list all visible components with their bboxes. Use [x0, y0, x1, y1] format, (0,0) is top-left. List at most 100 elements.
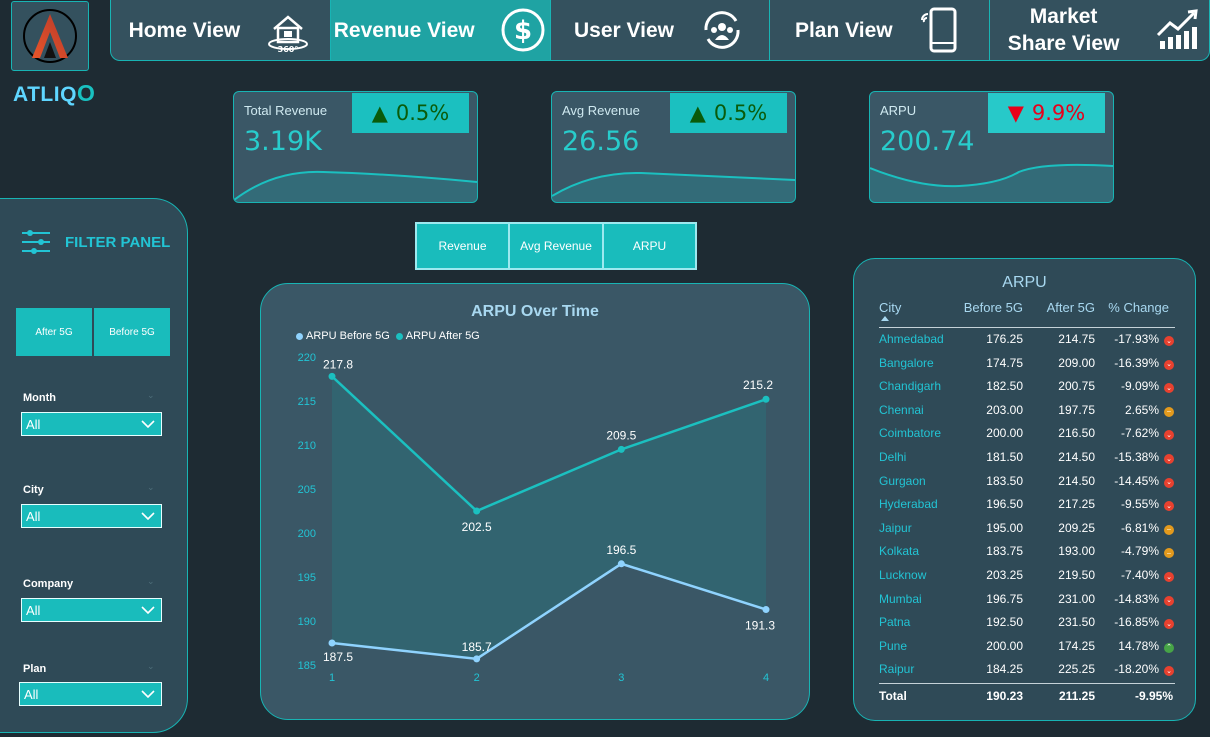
city-cell: Kolkata [879, 544, 920, 559]
table-row[interactable]: Delhi 181.50 214.50 -15.38% ⌄ [879, 450, 1175, 470]
table-row[interactable]: Jaipur 195.00 209.25 -6.81% – [879, 521, 1175, 541]
before-5g-cell: 182.50 [986, 379, 1023, 394]
city-cell: Lucknow [879, 568, 927, 582]
data-point [617, 445, 625, 453]
smartphone-icon [917, 6, 965, 54]
after-5g-cell: 174.25 [1058, 638, 1095, 653]
after-5g-cell: 231.00 [1058, 591, 1095, 606]
city-dropdown[interactable]: All [21, 504, 162, 528]
dollar-icon: $ [499, 6, 547, 54]
sparkline [552, 171, 795, 202]
table-row[interactable]: Patna 192.50 231.50 -16.85% ⌄ [879, 615, 1175, 635]
data-label: 209.5 [606, 428, 636, 442]
table-row[interactable]: Hyderabad 196.50 217.25 -9.55% ⌄ [879, 497, 1175, 517]
sparkline [870, 163, 1113, 202]
table-row[interactable]: Kolkata 183.75 193.00 -4.79% – [879, 544, 1175, 564]
status-down-icon: ⌄ [1163, 453, 1175, 465]
before-5g-cell: 183.75 [986, 544, 1023, 559]
table-row[interactable]: Raipur 184.25 225.25 -18.20% ⌄ [879, 662, 1175, 682]
before-5g-button[interactable]: Before 5G [94, 308, 170, 356]
plan-dropdown[interactable]: All [19, 682, 162, 706]
city-cell: Chandigarh [879, 379, 942, 394]
city-cell: Bangalore [879, 355, 934, 370]
table-row[interactable]: Bangalore 174.75 209.00 -16.39% ⌄ [879, 356, 1175, 376]
kpi-title: Avg Revenue [562, 103, 640, 118]
after-5g-cell: 214.75 [1058, 332, 1095, 346]
change-cell: -9.09% [1120, 379, 1159, 394]
before-5g-cell: 203.00 [986, 402, 1023, 417]
arpu-metric-button[interactable]: ARPU [603, 223, 696, 269]
company-dropdown[interactable]: All [21, 598, 162, 622]
kpi-change-badge: ▲ 0.5% [352, 93, 469, 133]
change-cell: -9.55% [1120, 497, 1159, 512]
before-5g-cell: 184.25 [986, 662, 1023, 677]
tab-label: Market Share View [1007, 5, 1120, 55]
column-header-change[interactable]: % Change [1108, 300, 1169, 315]
sparkline [234, 170, 477, 202]
after-5g-button[interactable]: After 5G [16, 308, 92, 356]
after-5g-cell: 231.50 [1058, 615, 1095, 630]
city-filter-label: City [23, 484, 44, 496]
kpi-change-badge: ▼ 9.9% [988, 93, 1105, 133]
kpi-title: Total Revenue [244, 103, 328, 118]
table-row[interactable]: Gurgaon 183.50 214.50 -14.45% ⌄ [879, 474, 1175, 494]
triangle-down-icon: ▼ [1007, 101, 1024, 125]
status-down-icon: ⌄ [1163, 335, 1175, 347]
status-neutral-icon: – [1163, 406, 1175, 418]
before-5g-cell: 183.50 [986, 473, 1023, 488]
tab-home-view[interactable]: Home View 360° [111, 0, 331, 60]
y-tick-label: 220 [298, 352, 316, 364]
city-cell: Coimbatore [879, 426, 942, 441]
column-header-before-5g[interactable]: Before 5G [964, 300, 1023, 315]
tab-market-share-view[interactable]: Market Share View [990, 0, 1209, 60]
data-point [473, 655, 481, 663]
table-row[interactable]: Coimbatore 200.00 216.50 -7.62% ⌄ [879, 426, 1175, 446]
atliq-logo-icon [23, 9, 77, 63]
before-5g-cell: 203.25 [986, 568, 1023, 582]
status-down-icon: ⌄ [1163, 618, 1175, 630]
arpu-line-chart: 185 190 195 200 205 210 215 220 1 2 3 4 187.5 185.7 19… [298, 352, 776, 684]
after-5g-cell: 209.00 [1058, 355, 1095, 370]
tab-revenue-view[interactable]: Revenue View $ [330, 0, 551, 60]
before-5g-cell: 192.50 [986, 615, 1023, 630]
table-row[interactable]: Mumbai 196.75 231.00 -14.83% ⌄ [879, 592, 1175, 612]
table-row[interactable]: Pune 200.00 174.25 14.78% ⌃ [879, 639, 1175, 659]
column-header-city[interactable]: City [879, 300, 901, 315]
chevron-down-icon [141, 690, 155, 698]
city-cell: Raipur [879, 662, 915, 677]
kpi-title: ARPU [880, 103, 917, 118]
data-point [762, 606, 770, 614]
table-row[interactable]: Chennai 203.00 197.75 2.65% – [879, 403, 1175, 423]
after-5g-cell: 209.25 [1058, 520, 1095, 535]
revenue-metric-button[interactable]: Revenue [416, 223, 509, 269]
total-label: Total [879, 689, 907, 703]
avg-revenue-metric-button[interactable]: Avg Revenue [509, 223, 603, 269]
city-cell: Chennai [879, 402, 924, 417]
change-cell: -4.79% [1120, 544, 1159, 559]
after-5g-cell: 200.75 [1058, 379, 1095, 394]
data-label: 196.5 [606, 543, 636, 557]
tab-label: Plan View [794, 18, 893, 42]
total-before: 190.23 [986, 689, 1023, 703]
arpu-table-card: ARPU City Before 5G After 5G % Change Ah… [853, 258, 1196, 721]
column-header-after-5g[interactable]: After 5G [1047, 300, 1095, 315]
before-5g-cell: 181.50 [986, 450, 1023, 464]
tab-plan-view[interactable]: Plan View [770, 0, 991, 60]
tab-label: Revenue View [333, 18, 475, 42]
sort-ascending-icon [881, 316, 889, 321]
table-row[interactable]: Chandigarh 182.50 200.75 -9.09% ⌄ [879, 379, 1175, 399]
change-cell: -14.83% [1114, 591, 1159, 606]
tab-label: User View [573, 18, 674, 42]
month-dropdown[interactable]: All [21, 412, 162, 436]
table-row[interactable]: Ahmedabad 176.25 214.75 -17.93% ⌄ [879, 332, 1175, 352]
after-5g-cell: 214.50 [1058, 473, 1095, 488]
x-tick-label: 1 [329, 672, 335, 684]
table-row[interactable]: Lucknow 203.25 219.50 -7.40% ⌄ [879, 568, 1175, 588]
table-header: City Before 5G After 5G % Change [879, 300, 1175, 328]
metric-selector: Revenue Avg Revenue ARPU [415, 222, 697, 270]
tab-user-view[interactable]: User View [551, 0, 771, 60]
chevron-down-icon: ⌄ [147, 483, 155, 493]
data-label: 185.7 [462, 640, 492, 654]
x-tick-label: 2 [474, 672, 480, 684]
growth-chart-icon [1153, 6, 1201, 54]
